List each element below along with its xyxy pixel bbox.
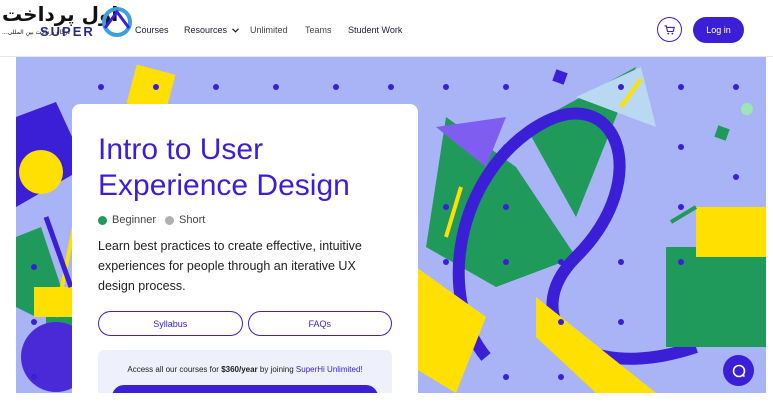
promo-text: Access all our courses for $360/year by …	[98, 365, 392, 374]
nav-courses[interactable]: Courses	[135, 25, 169, 35]
logo-mark-icon	[102, 7, 132, 37]
course-title: Intro to User Experience Design	[98, 132, 392, 204]
level-short: Short	[179, 214, 206, 226]
short-dot-icon	[165, 215, 175, 225]
nav-resources[interactable]: Resources	[184, 25, 239, 35]
course-levels: Beginner Short	[98, 214, 392, 226]
nav-resources-label: Resources	[184, 25, 228, 35]
course-title-line-2: Experience Design	[98, 169, 350, 202]
syllabus-button[interactable]: Syllabus	[98, 311, 243, 336]
promo-text-middle: by joining	[257, 365, 296, 374]
nav-unlimited[interactable]: Unlimited	[250, 25, 288, 35]
course-description: Learn best practices to create effective…	[98, 239, 362, 293]
nav-teams[interactable]: Teams	[305, 25, 332, 35]
chat-button[interactable]	[723, 355, 754, 386]
site-logo[interactable]: اول پرداخت ...درگاه پرداخت بین المللی SU…	[2, 2, 152, 42]
top-navigation: اول پرداخت ...درگاه پرداخت بین المللی SU…	[0, 0, 773, 57]
promo-price: $360/year	[221, 365, 258, 374]
chevron-down-icon	[231, 28, 239, 33]
cart-icon	[664, 24, 675, 34]
level-beginner: Beginner	[112, 214, 157, 226]
course-actions: Syllabus FAQs	[98, 311, 392, 336]
cart-button[interactable]	[657, 17, 682, 42]
login-button[interactable]: Log in	[693, 17, 744, 43]
nav-student-work[interactable]: Student Work	[348, 25, 402, 35]
chat-icon	[732, 364, 745, 377]
beginner-dot-icon	[98, 215, 107, 225]
logo-brand-name: SUPER	[40, 24, 95, 39]
unlimited-promo: Access all our courses for $360/year by …	[98, 350, 392, 393]
promo-text-before: Access all our courses for	[127, 365, 222, 374]
course-title-line-1: Intro to User	[98, 133, 264, 166]
promo-unlimited-link[interactable]: SuperHi Unlimited!	[296, 365, 363, 374]
hero-banner: Intro to User Experience Design Beginner…	[16, 57, 766, 393]
enroll-button[interactable]	[112, 385, 378, 393]
course-card: Intro to User Experience Design Beginner…	[72, 104, 418, 393]
faqs-button[interactable]: FAQs	[247, 311, 392, 336]
